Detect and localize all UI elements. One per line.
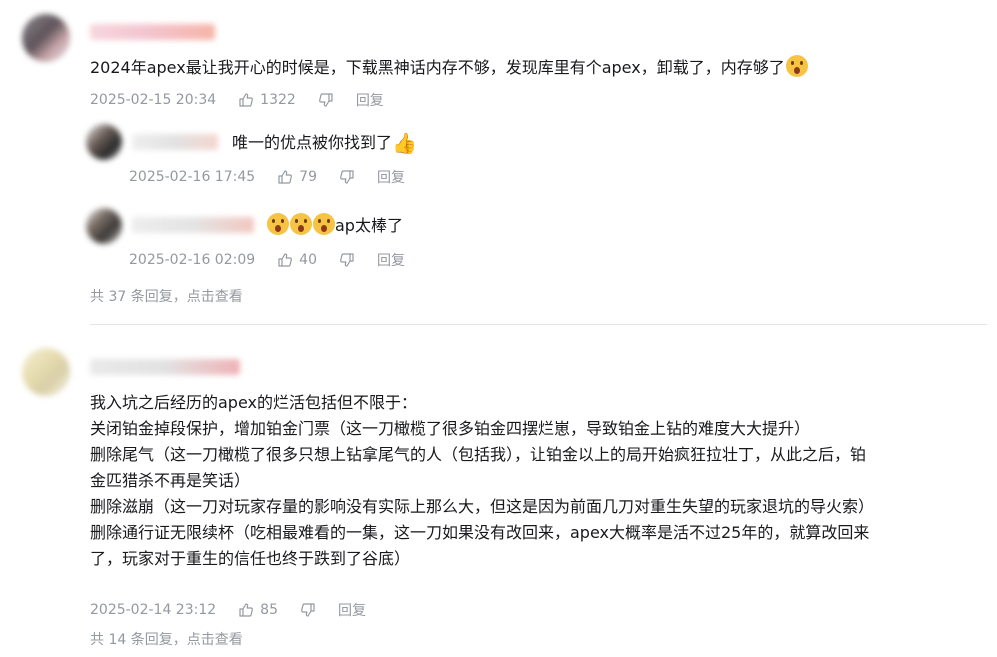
username[interactable] <box>90 24 215 40</box>
comment-date: 2025-02-14 23:12 <box>90 602 217 618</box>
reply-meta: 2025-02-16 17:45 79 回复 <box>129 167 405 187</box>
reply-button[interactable]: 回复 <box>377 250 405 270</box>
comment-text-line: 金匹猎杀不再是笑话） <box>90 471 251 490</box>
comment-date: 2025-02-15 20:34 <box>90 92 217 108</box>
like-count: 1322 <box>260 92 296 108</box>
reply-text-content: ap太棒了 <box>335 216 403 235</box>
avatar[interactable] <box>22 14 70 62</box>
comment-text-line: 了，玩家对于重生的信任也终于跌到了谷底） <box>90 549 411 568</box>
reply-text: ap太棒了 <box>266 213 403 239</box>
comment-text-line: 我入坑之后经历的apex的烂活包括但不限于： <box>90 393 417 412</box>
reply-button[interactable]: 回复 <box>377 167 405 187</box>
comment-text-line: 删除尾气（这一刀橄榄了很多只想上钻拿尾气的人（包括我），让铂金以上的局开始疯狂拉… <box>90 445 867 464</box>
avatar[interactable] <box>22 348 70 396</box>
thumbs-up-emoji-icon: 👍 <box>392 131 417 155</box>
like-button[interactable]: 1322 <box>238 92 296 108</box>
divider <box>90 324 987 325</box>
reply-avatar[interactable] <box>86 124 122 160</box>
reply-username[interactable] <box>132 134 218 150</box>
thumb-down-icon <box>340 170 354 184</box>
like-button[interactable]: 40 <box>277 252 317 268</box>
like-button[interactable]: 85 <box>238 602 278 618</box>
comment-meta: 2025-02-14 23:12 85 回复 <box>90 600 366 620</box>
like-count: 85 <box>260 602 278 618</box>
reply-text-content: 唯一的优点被你找到了 <box>232 133 393 152</box>
reply-username[interactable] <box>132 217 254 233</box>
like-count: 79 <box>299 169 317 185</box>
comment-text: 我入坑之后经历的apex的烂活包括但不限于： 关闭铂金掉段保护，增加铂金门票（这… <box>90 390 874 572</box>
reply-text: 唯一的优点被你找到了👍 <box>232 130 417 156</box>
thumb-down-icon <box>340 253 354 267</box>
dislike-button[interactable] <box>339 169 355 185</box>
shocked-emoji-icon <box>290 213 312 235</box>
like-button[interactable]: 79 <box>277 169 317 185</box>
reply-date: 2025-02-16 02:09 <box>129 252 256 268</box>
reply-meta: 2025-02-16 02:09 40 回复 <box>129 250 405 270</box>
reply-date: 2025-02-16 17:45 <box>129 169 256 185</box>
thumb-up-icon <box>278 253 293 267</box>
thumb-down-icon <box>301 603 315 617</box>
dislike-button[interactable] <box>339 252 355 268</box>
view-more-replies-link[interactable]: 共 37 条回复，点击查看 <box>90 286 243 306</box>
dislike-button[interactable] <box>318 92 334 108</box>
reply-button[interactable]: 回复 <box>356 90 384 110</box>
dislike-button[interactable] <box>300 602 316 618</box>
comment-text: 2024年apex最让我开心的时候是，下载黑神话内存不够，发现库里有个apex，… <box>90 55 808 81</box>
shocked-emoji-icon <box>785 55 808 77</box>
thumb-up-icon <box>278 170 293 184</box>
comment-text-line: 删除通行证无限续杯（吃相最难看的一集，这一刀如果没有改回来，apex大概率是活不… <box>90 523 870 542</box>
comment-text-line: 删除滋崩（这一刀对玩家存量的影响没有实际上那么大，但这是因为前面几刀对重生失望的… <box>90 497 875 516</box>
comment-text-line: 关闭铂金掉段保护，增加铂金门票（这一刀橄榄了很多铂金四摆烂崽，导致铂金上钻的难度… <box>90 419 811 438</box>
reply-button[interactable]: 回复 <box>338 600 366 620</box>
shocked-emoji-icon <box>313 213 335 235</box>
thumb-up-icon <box>239 603 254 617</box>
username[interactable] <box>90 359 240 375</box>
comment-meta: 2025-02-15 20:34 1322 回复 <box>90 90 384 110</box>
view-more-replies-link[interactable]: 共 14 条回复，点击查看 <box>90 629 243 649</box>
reply-avatar[interactable] <box>86 208 122 244</box>
thumb-up-icon <box>239 93 254 107</box>
shocked-emoji-icon <box>267 213 289 235</box>
comment-text-content: 2024年apex最让我开心的时候是，下载黑神话内存不够，发现库里有个apex，… <box>90 58 785 77</box>
thumb-down-icon <box>318 93 333 107</box>
like-count: 40 <box>299 252 317 268</box>
